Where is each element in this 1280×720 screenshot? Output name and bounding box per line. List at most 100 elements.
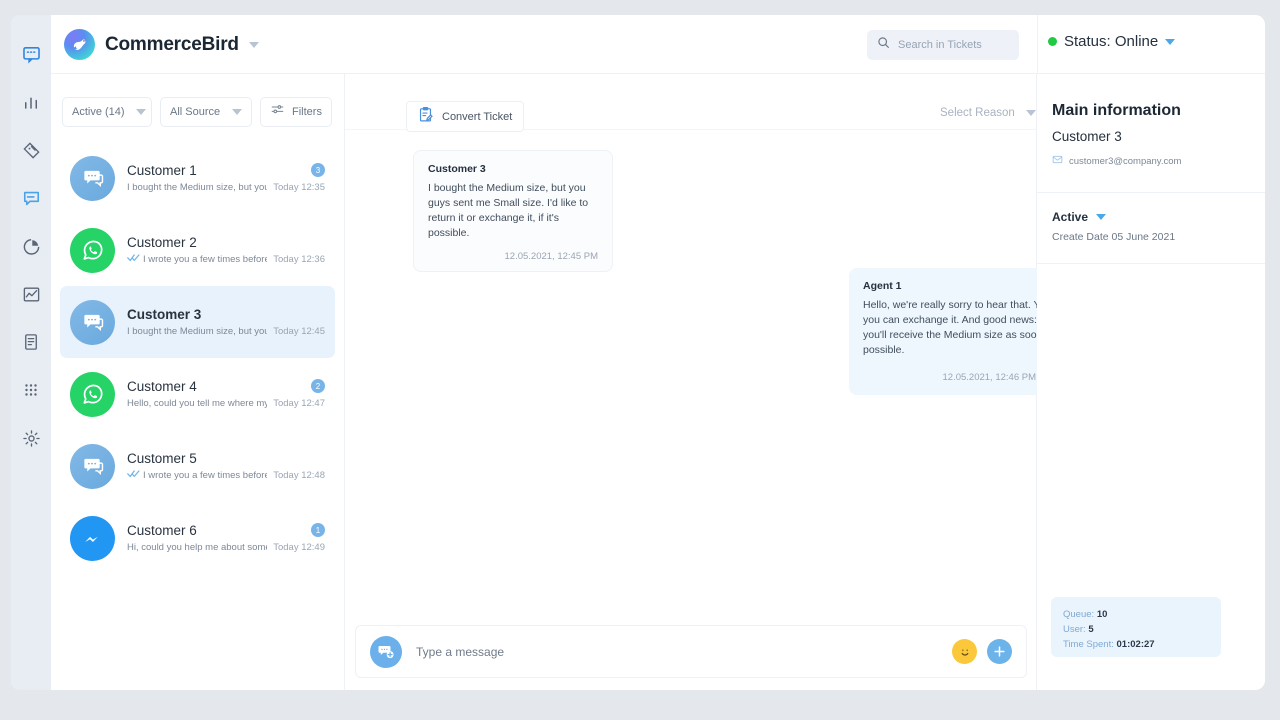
list-item-selected[interactable]: Customer 3 I bought the Medium size, but… [60,286,335,358]
status-dot-icon [1048,37,1057,46]
timestamp: Today 12:48 [273,470,325,481]
list-item-body: Customer 3 I bought the Medium size, but… [127,305,267,339]
unread-badge: 2 [311,379,325,393]
list-item-meta: 1 Today 12:49 [273,523,325,553]
state-dropdown[interactable]: Active [1052,210,1250,224]
brand[interactable]: CommerceBird [64,29,259,60]
select-reason-dropdown[interactable]: Select Reason [940,107,1036,119]
avatar-whatsapp-icon [70,371,115,417]
list-item[interactable]: Customer 1 I bought the Medium size, but… [60,142,335,214]
filters-button[interactable]: Filters [260,97,332,127]
timestamp: Today 12:35 [273,182,325,193]
smiley-icon[interactable] [952,639,977,664]
status-selector[interactable]: Status: Online [1048,33,1176,50]
message-timestamp: 12.05.2021, 12:45 PM [504,251,599,262]
list-item[interactable]: Customer 4 Hello, could you tell me wher… [60,358,335,430]
message-text: Hello, we're really sorry to hear that. … [863,299,1057,356]
list-item-body: Customer 1 I bought the Medium size, but… [127,161,267,195]
unread-badge: 3 [311,163,325,177]
list-item-meta: 2 Today 12:47 [273,379,325,409]
customer-email: customer3@company.com [1069,155,1182,167]
filter-active-dropdown[interactable]: Active (14) [62,97,152,127]
grid-apps-icon[interactable] [20,379,42,401]
stat-time-value: 01:02:27 [1116,639,1155,650]
select-reason-label: Select Reason [940,107,1015,119]
conversation-list[interactable]: Customer 1 I bought the Medium size, but… [51,142,344,690]
pie-chart-icon[interactable] [20,235,42,257]
stat-time-key: Time Spent: [1063,639,1114,650]
message-author: Agent 1 [863,280,902,292]
contact-name: Customer 1 [127,163,197,178]
top-header: CommerceBird Search in Tickets Status: O… [51,15,1265,74]
stat-user-value: 5 [1088,624,1094,635]
message-preview: I bought the Medium size, but you... [127,326,268,337]
tickets-icon[interactable] [20,139,42,161]
chevron-down-icon [135,109,146,115]
avatar-messenger-icon [70,515,115,561]
sliders-icon [270,102,285,122]
contact-name: Customer 5 [127,451,197,466]
customer-email-row: customer3@company.com [1052,152,1250,170]
chat-icon[interactable] [20,187,42,209]
avatar-whatsapp-icon [70,227,115,273]
stat-queue-key: Queue: [1063,609,1095,620]
message-preview: I bought the Medium size, but you guys..… [127,182,267,193]
convert-ticket-button[interactable]: Convert Ticket [406,101,524,132]
avatar-chat-icon [70,155,115,201]
list-item[interactable]: Customer 6 Hi, could you help me about s… [60,502,335,574]
message-thread: Customer 3 I bought the Medium size, but… [345,130,1071,620]
message-footer: 12.05.2021, 12:45 PM [428,251,599,262]
avatar-chat-icon [70,443,115,489]
stat-user: User: 5 [1063,622,1209,637]
conversation-list-panel: Active (14) All Source Filters Customer … [51,74,345,690]
brand-logo-icon [64,29,95,60]
filters-label: Filters [292,106,322,118]
chevron-down-icon [232,109,242,115]
line-chart-icon[interactable] [20,283,42,305]
list-item[interactable]: Customer 2 I wrote you a few times befor… [60,214,335,286]
list-item-body: Customer 5 I wrote you a few times befor… [127,449,267,483]
chat-toolbar: Convert Ticket Select Reason [345,74,1072,133]
inbox-icon[interactable] [20,43,42,65]
status-dropdown-caret[interactable] [1165,38,1176,45]
brand-name: CommerceBird [105,33,239,55]
message-input[interactable] [416,644,952,659]
read-ticks-icon [127,468,140,483]
list-item-meta: Today 12:45 [273,307,325,337]
filter-source-label: All Source [170,106,221,118]
state-label: Active [1052,210,1089,224]
message-footer: 12.05.2021, 12:46 PM [863,368,1057,386]
message-preview: I wrote you a few times before for... [127,468,267,483]
mail-icon [1052,152,1063,170]
search-input-placeholder: Search in Tickets [898,39,982,51]
new-message-icon [370,635,402,668]
bar-chart-icon[interactable] [20,91,42,113]
document-icon[interactable] [20,331,42,353]
contact-name: Customer 2 [127,235,197,250]
read-ticks-icon [127,252,140,267]
filter-active-label: Active (14) [72,106,125,118]
timestamp: Today 12:36 [273,254,325,265]
list-item[interactable]: Customer 5 I wrote you a few times befor… [60,430,335,502]
brand-dropdown-caret[interactable] [248,41,259,48]
stat-user-key: User: [1063,624,1086,635]
header-divider [1037,15,1038,74]
filter-source-dropdown[interactable]: All Source [160,97,252,127]
info-panel: Main information Customer 3 customer3@co… [1037,74,1265,690]
gear-icon[interactable] [20,427,42,449]
list-item-body: Customer 2 I wrote you a few times befor… [127,233,267,267]
status-label: Status: Online [1064,33,1159,50]
chevron-down-icon [1025,110,1036,116]
customer-name: Customer 3 [1052,129,1122,144]
message-composer[interactable] [355,625,1027,678]
search-box[interactable]: Search in Tickets [867,30,1019,60]
timestamp: Today 12:49 [273,542,325,553]
stat-queue: Queue: 10 [1063,607,1209,622]
timestamp: Today 12:45 [273,326,325,337]
timestamp: Today 12:47 [273,398,325,409]
avatar-chat-icon [70,299,115,345]
message-text: I bought the Medium size, but you guys s… [428,182,589,239]
message-preview: Hi, could you help me about something? [127,542,267,553]
list-item-body: Customer 6 Hi, could you help me about s… [127,521,267,555]
plus-icon[interactable] [987,639,1012,664]
